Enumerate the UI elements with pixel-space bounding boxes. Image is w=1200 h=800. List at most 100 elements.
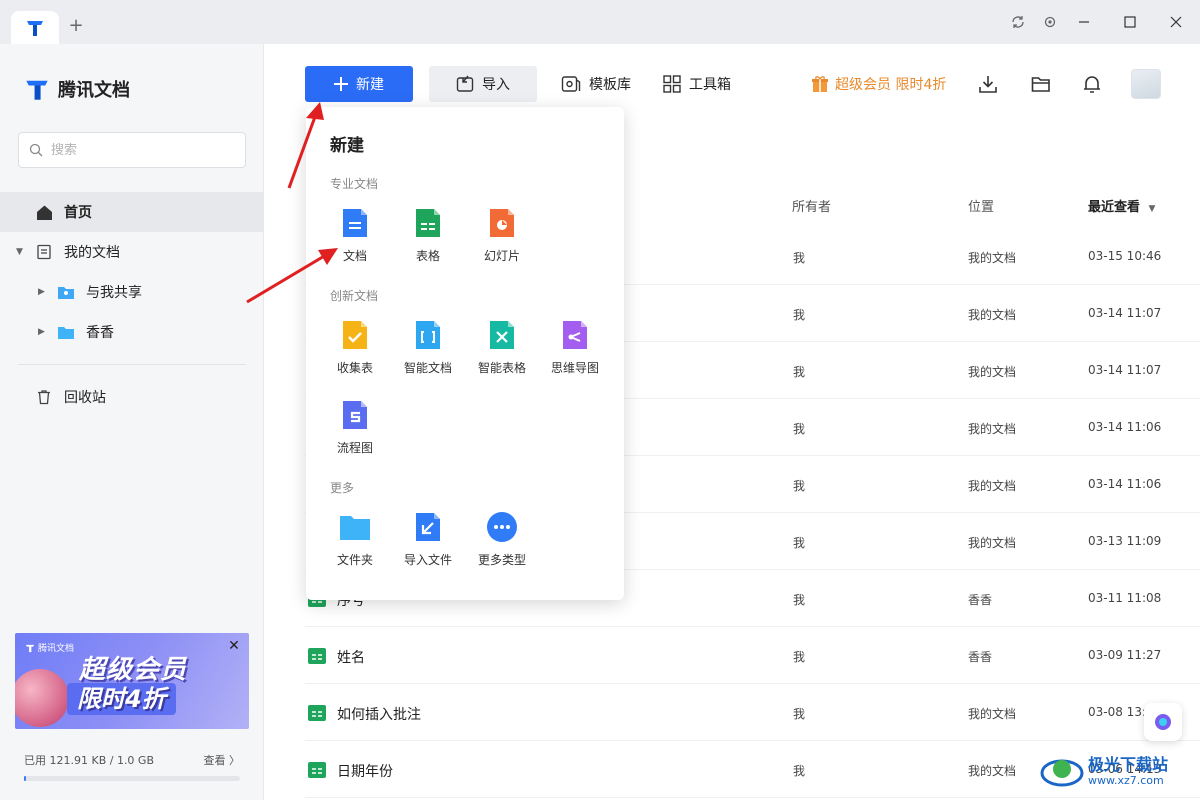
- import-file-icon: [412, 511, 444, 543]
- vip-promo-label: 超级会员 限时4折: [835, 77, 947, 93]
- brand-name: 腾讯文档: [58, 80, 130, 101]
- file-location: 我的文档: [968, 707, 1017, 721]
- file-name: 日期年份: [337, 764, 393, 780]
- caret-right-icon[interactable]: ▶: [38, 287, 48, 297]
- file-time: 03-09 11:27: [1088, 648, 1162, 662]
- menu-item-smart-sheet[interactable]: 智能表格: [470, 319, 534, 379]
- tencent-docs-logo-icon: [26, 80, 48, 100]
- menu-section-more: 更多: [330, 481, 355, 495]
- sidebar-item-home[interactable]: 首页: [0, 192, 264, 232]
- watermark-text: 极光下载站: [1088, 754, 1169, 774]
- sidebar: 腾讯文档 首页 ▼ 我的文档 ▶ 与我共享 ▶ 香香: [0, 44, 264, 800]
- storage-progress-fill: [24, 776, 26, 781]
- menu-item-mindmap[interactable]: 思维导图: [543, 319, 607, 379]
- doc-icon: [339, 207, 371, 239]
- file-location: 我的文档: [968, 422, 1017, 436]
- home-icon: [35, 203, 53, 221]
- column-header-owner[interactable]: 所有者: [792, 196, 831, 215]
- promo-subtitle: 限时4折: [67, 683, 176, 715]
- bell-icon[interactable]: [1080, 72, 1104, 96]
- spreadsheet-icon: [308, 704, 326, 722]
- folder-icon: [57, 323, 75, 341]
- column-header-recent-label: 最近查看: [1088, 200, 1141, 215]
- spreadsheet-icon: [412, 207, 444, 239]
- template-icon: [561, 76, 581, 92]
- close-icon[interactable]: [1166, 12, 1186, 32]
- file-name: 姓名: [337, 650, 365, 666]
- spreadsheet-icon: [308, 761, 326, 779]
- flowchart-icon: [339, 399, 371, 431]
- menu-item-import-file[interactable]: 导入文件: [396, 511, 460, 571]
- promo-brand-text: 腾讯文档: [38, 644, 75, 654]
- import-icon: [456, 75, 474, 92]
- settings-icon[interactable]: [1040, 12, 1060, 32]
- table-row[interactable]: 姓名 我 香香 03-09 11:27: [305, 627, 1200, 684]
- divider: [18, 364, 246, 365]
- form-icon: [339, 319, 371, 351]
- sidebar-item-my-docs[interactable]: ▼ 我的文档: [0, 232, 264, 272]
- maximize-icon[interactable]: [1120, 12, 1140, 32]
- toolbox-button[interactable]: 工具箱: [663, 66, 731, 102]
- close-icon[interactable]: ✕: [227, 639, 241, 653]
- menu-item-slides[interactable]: 幻灯片: [470, 207, 534, 267]
- menu-item-label: 智能文档: [403, 361, 452, 375]
- menu-item-label: 收集表: [336, 361, 373, 375]
- title-bar: +: [0, 0, 1200, 44]
- caret-right-icon[interactable]: ▶: [38, 327, 48, 337]
- avatar[interactable]: [1131, 69, 1161, 99]
- download-icon[interactable]: [976, 72, 1000, 96]
- menu-item-label: 表格: [415, 249, 440, 263]
- menu-item-more-types[interactable]: 更多类型: [470, 511, 534, 571]
- document-icon: [35, 243, 53, 261]
- mindmap-icon: [559, 319, 591, 351]
- sync-icon[interactable]: [1008, 12, 1028, 32]
- search-box[interactable]: [18, 132, 246, 168]
- import-button[interactable]: 导入: [429, 66, 537, 102]
- file-owner: 我: [793, 365, 806, 379]
- brand: 腾讯文档: [24, 76, 130, 102]
- file-location: 我的文档: [968, 536, 1017, 550]
- menu-item-doc[interactable]: 文档: [323, 207, 387, 267]
- storage-info: 已用 121.91 KB / 1.0 GB 查看 〉: [24, 752, 240, 768]
- promo-banner[interactable]: 腾讯文档 超级会员 限时4折 ✕: [15, 633, 249, 729]
- file-time: 03-13 11:09: [1088, 534, 1162, 548]
- minimize-icon[interactable]: [1074, 12, 1094, 32]
- smart-sheet-icon: [486, 319, 518, 351]
- plus-icon: [334, 77, 348, 91]
- search-input[interactable]: [51, 142, 221, 158]
- column-header-recent[interactable]: 最近查看 ▼: [1088, 196, 1155, 215]
- table-row[interactable]: 如何插入批注 我 我的文档 03-08 13:21: [305, 684, 1200, 741]
- menu-item-label: 文档: [342, 249, 367, 263]
- file-time: 03-14 11:07: [1088, 306, 1162, 320]
- file-owner: 我: [793, 422, 806, 436]
- new-tab-icon[interactable]: +: [66, 16, 86, 36]
- assistant-button[interactable]: [1144, 703, 1182, 741]
- new-menu-dropdown: 新建 专业文档 文档 表格 幻灯片 创新文档 收集表 智能文档 智能表格 思维导…: [306, 107, 624, 600]
- menu-item-flowchart[interactable]: 流程图: [323, 399, 387, 459]
- vip-promo-link[interactable]: 超级会员 限时4折: [811, 66, 946, 102]
- menu-item-form[interactable]: 收集表: [323, 319, 387, 379]
- menu-item-smart-doc[interactable]: 智能文档: [396, 319, 460, 379]
- menu-item-folder[interactable]: 文件夹: [323, 511, 387, 571]
- caret-down-icon[interactable]: ▼: [16, 247, 26, 257]
- watermark-logo-icon: [1040, 759, 1084, 787]
- open-folder-icon[interactable]: [1029, 72, 1053, 96]
- shared-folder-icon: [57, 283, 75, 301]
- storage-view-link[interactable]: 查看 〉: [204, 752, 241, 768]
- menu-section-professional: 专业文档: [330, 177, 379, 191]
- sidebar-item-label: 我的文档: [64, 245, 120, 261]
- app-tab[interactable]: [11, 11, 59, 44]
- column-header-location[interactable]: 位置: [968, 196, 994, 215]
- template-library-button[interactable]: 模板库: [561, 66, 631, 102]
- file-owner: 我: [793, 764, 806, 778]
- tencent-docs-logo-icon: [27, 20, 43, 36]
- spreadsheet-icon: [308, 647, 326, 665]
- slides-icon: [486, 207, 518, 239]
- sidebar-item-shared[interactable]: ▶ 与我共享: [0, 272, 264, 312]
- storage-progress-bar: [24, 776, 240, 781]
- menu-item-label: 导入文件: [403, 553, 452, 567]
- sidebar-item-folder-xiangxiang[interactable]: ▶ 香香: [0, 312, 264, 352]
- new-button[interactable]: 新建: [305, 66, 413, 102]
- menu-item-sheet[interactable]: 表格: [396, 207, 460, 267]
- sidebar-item-trash[interactable]: 回收站: [0, 377, 264, 417]
